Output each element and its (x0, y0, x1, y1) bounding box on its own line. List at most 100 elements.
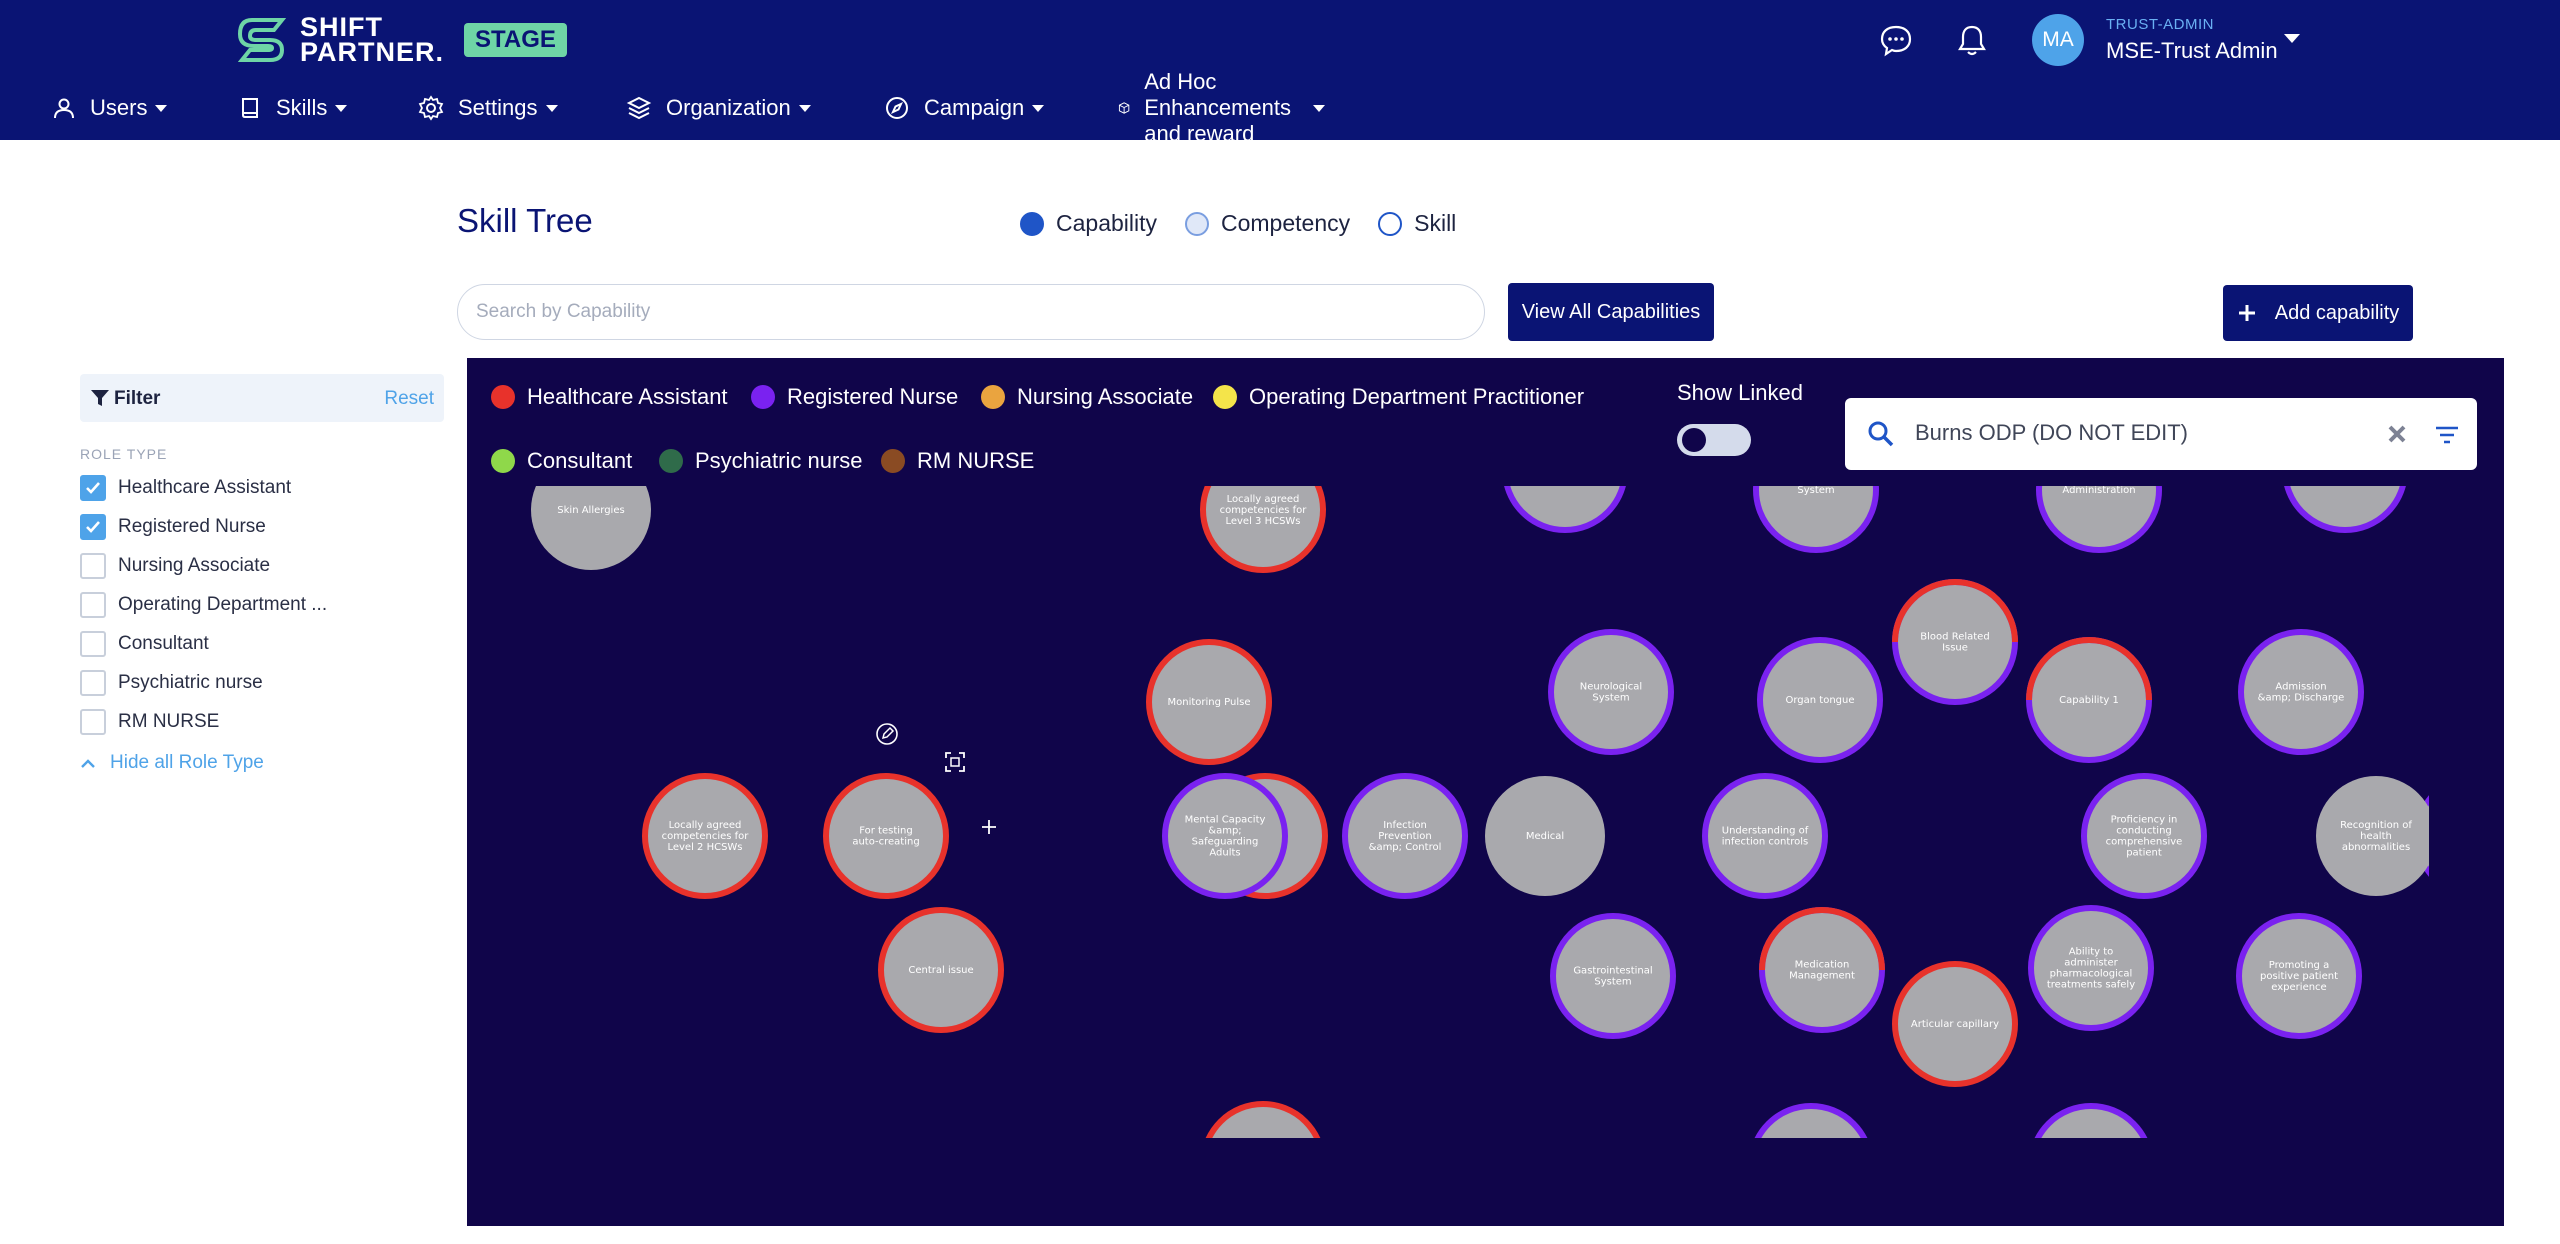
role-checkbox[interactable] (80, 670, 106, 696)
filter-reset-link[interactable]: Reset (384, 388, 434, 410)
role-filter-3[interactable]: Operating Department ... (80, 591, 327, 619)
role-filter-2[interactable]: Nursing Associate (80, 552, 270, 580)
legend-color-dot (659, 449, 683, 473)
graph-node-label: Understanding of infection controls (1722, 826, 1809, 848)
capability-search (457, 284, 1485, 340)
user-menu-caret-icon[interactable] (2284, 34, 2300, 43)
skill-tree-graph[interactable]: Skin Allergies Locally agreed competencies… (467, 358, 2504, 1226)
role-checkbox[interactable] (80, 592, 106, 618)
clear-icon[interactable] (2387, 424, 2407, 444)
graph-node[interactable]: Neurological System (1548, 629, 1674, 755)
role-filter-4[interactable]: Consultant (80, 630, 209, 658)
legend-label: Psychiatric nurse (695, 448, 863, 473)
graph-node[interactable]: For testing auto-creating (823, 773, 949, 899)
user-name[interactable]: MSE-Trust Admin (2106, 38, 2278, 64)
graph-node[interactable]: Monitoring Pulse (1146, 639, 1272, 765)
chat-icon[interactable] (1878, 22, 1914, 58)
brand-logo[interactable]: SHIFT PARTNER. STAGE (238, 14, 567, 66)
add-capability-button[interactable]: Add capability (2223, 285, 2413, 341)
show-linked-toggle[interactable] (1677, 424, 1751, 456)
graph-search-value[interactable]: Burns ODP (DO NOT EDIT) (1915, 420, 2188, 446)
nav-settings[interactable]: Settings (418, 88, 558, 128)
chevron-down-icon (335, 104, 348, 112)
graph-node[interactable]: Locally agreed competencies for Level 2 HC… (642, 773, 768, 899)
nav-ad-hoc[interactable]: Ad Hoc Enhancements and reward (1118, 69, 1325, 146)
legend-item: RM NURSE (881, 448, 1034, 474)
graph-node[interactable]: Medical (1485, 776, 1605, 896)
nav-settings-label: Settings (458, 95, 538, 120)
radio-competency[interactable]: Competency (1185, 210, 1350, 237)
graph-node[interactable]: Gastrointestinal System (1550, 913, 1676, 1039)
chevron-down-icon (798, 104, 811, 112)
graph-node[interactable]: Promoting a positive patient experience (2236, 913, 2362, 1039)
radio-dot[interactable] (1020, 211, 1044, 236)
radio-skill[interactable]: Skill (1378, 210, 1456, 237)
graph-node-partial[interactable] (2414, 776, 2504, 896)
graph-node[interactable]: Articular capillary (1892, 961, 2018, 1087)
legend-label: Healthcare Assistant (527, 384, 728, 409)
graph-node-partial[interactable] (1203, 1101, 1323, 1224)
skill-tree-canvas[interactable]: Skin Allergies Locally agreed competencies… (467, 358, 2504, 1226)
radio-capability-label: Capability (1056, 210, 1157, 236)
role-checkbox-label: Registered Nurse (118, 516, 266, 537)
role-filter-1[interactable]: Registered Nurse (80, 513, 266, 541)
edit-node-icon[interactable] (875, 722, 899, 746)
add-node-icon[interactable] (978, 816, 1000, 838)
radio-skill-label: Skill (1414, 210, 1457, 236)
graph-node[interactable]: Mental Capacity &amp; Safeguarding Adults (1162, 773, 1288, 899)
graph-node[interactable]: Blood Related Issue (1892, 579, 2018, 705)
expand-node-icon[interactable] (943, 750, 967, 774)
filter-lines-icon[interactable] (2435, 426, 2459, 444)
graph-node-label: Articular capillary (1911, 1019, 1999, 1030)
legend-item: Psychiatric nurse (659, 448, 863, 474)
radio-capability[interactable]: Capability (1020, 210, 1157, 237)
nav-organization[interactable]: Organization (626, 88, 811, 128)
legend-label: Nursing Associate (1017, 384, 1194, 409)
role-checkbox[interactable] (80, 709, 106, 735)
graph-node-label: Promoting a positive patient experience (2260, 960, 2338, 993)
nav-skills[interactable]: Skills (240, 88, 348, 128)
graph-search-box[interactable]: Burns ODP (DO NOT EDIT) (1845, 398, 2477, 470)
capability-search-input[interactable] (458, 285, 1484, 339)
page-title: Skill Tree (457, 202, 593, 239)
avatar[interactable]: MA (2032, 14, 2084, 66)
graph-node[interactable]: Understanding of infection controls (1702, 773, 1828, 899)
role-checkbox[interactable] (80, 475, 106, 501)
graph-node[interactable]: Ability to administer pharmacological treat… (2028, 905, 2154, 1031)
graph-node[interactable]: Central issue (878, 907, 1004, 1033)
graph-node[interactable]: Recognition of health abnormalities (2316, 776, 2436, 896)
legend-color-dot (881, 449, 905, 473)
graph-node-partial[interactable] (1504, 410, 1626, 533)
role-filter-6[interactable]: RM NURSE (80, 708, 219, 736)
graph-node-label: System (1797, 485, 1834, 496)
view-all-capabilities-button[interactable]: View All Capabilities (1508, 283, 1714, 341)
hide-all-role-type-toggle[interactable]: Hide all Role Type (80, 752, 264, 774)
role-checkbox-label: RM NURSE (118, 711, 220, 732)
nav-campaign[interactable]: Campaign (884, 88, 1045, 128)
graph-node[interactable]: Locally agreed competencies for Level 3 HC… (1200, 450, 1326, 573)
top-bar: SHIFT PARTNER. STAGE MA TRUST-ADMIN MSE-… (0, 0, 2560, 146)
graph-node[interactable]: Admission &amp; Discharge (2238, 629, 2364, 755)
graph-node[interactable]: Organ tongue (1757, 637, 1883, 763)
graph-node[interactable]: Infection Prevention &amp; Control (1342, 773, 1468, 899)
graph-node-label: Locally agreed competencies for Level 3 HC… (1220, 494, 1308, 527)
role-checkbox[interactable] (80, 631, 106, 657)
legend-item: Operating Department Practitioner (1213, 384, 1584, 410)
role-filter-5[interactable]: Psychiatric nurse (80, 669, 263, 697)
bell-icon[interactable] (1954, 22, 1990, 58)
radio-dot[interactable] (1378, 211, 1403, 236)
nav-users[interactable]: Users (52, 88, 168, 128)
nav-skills-label: Skills (276, 95, 328, 120)
role-checkbox[interactable] (80, 514, 106, 540)
graph-node[interactable]: Medication Management (1759, 907, 1885, 1033)
toggle-knob[interactable] (1682, 428, 1706, 452)
role-checkbox[interactable] (80, 553, 106, 579)
graph-node-partial[interactable] (2031, 1103, 2151, 1226)
role-filter-0[interactable]: Healthcare Assistant (80, 474, 291, 502)
user-role: TRUST-ADMIN (2106, 16, 2214, 33)
radio-dot[interactable] (1185, 211, 1209, 236)
graph-node-partial[interactable] (1751, 1103, 1871, 1226)
graph-node[interactable]: Capability 1 (2026, 637, 2152, 763)
graph-node[interactable]: Proficiency in conducting comprehensive pat… (2081, 773, 2207, 899)
legend-item: Nursing Associate (981, 384, 1193, 410)
